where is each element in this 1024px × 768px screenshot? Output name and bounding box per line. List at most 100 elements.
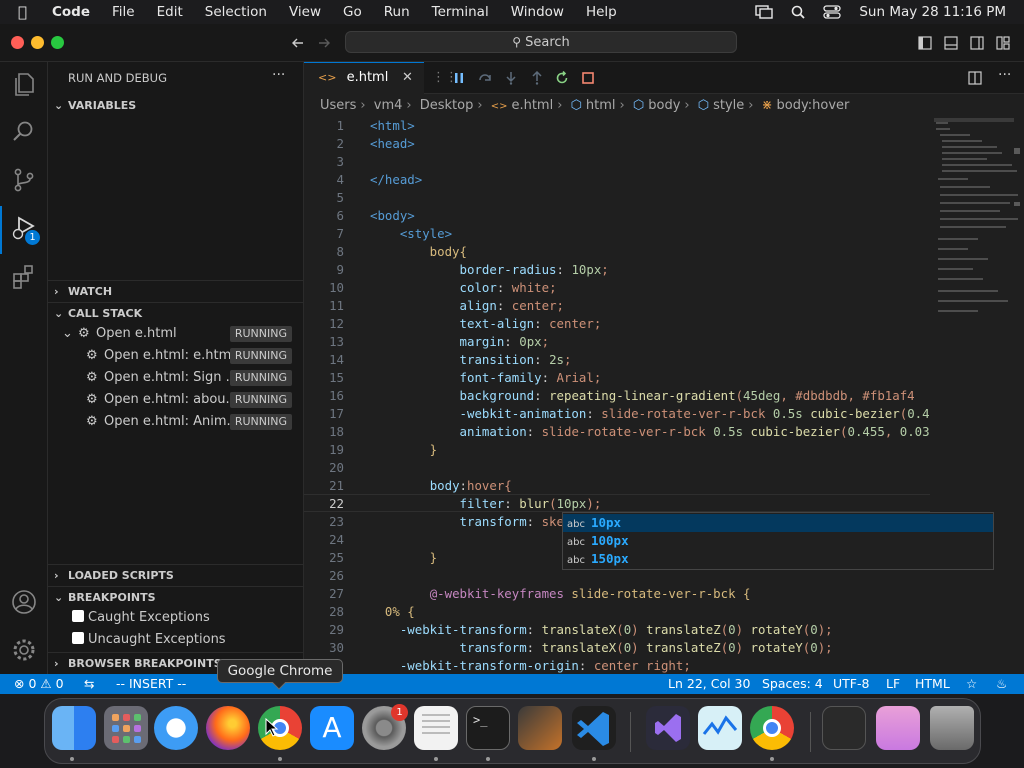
code-line[interactable]: @-webkit-keyframes slide-rotate-ver-r-bc… <box>370 586 751 601</box>
call-stack-thread[interactable]: ⚙ Open e.html: Anim... RUNNING <box>48 411 304 433</box>
code-line[interactable]: -webkit-animation: slide-rotate-ver-r-bc… <box>370 406 930 421</box>
call-stack-session[interactable]: ⌄ ⚙ Open e.html RUNNING <box>48 323 304 345</box>
remote-debug-icon[interactable]: ⇆ <box>84 674 94 694</box>
manage-gear-icon[interactable] <box>10 636 38 664</box>
spotlight-search-icon[interactable] <box>791 5 805 19</box>
language-mode[interactable]: HTML <box>915 674 950 694</box>
source-control-icon[interactable] <box>10 166 38 194</box>
code-line[interactable]: <body> <box>370 208 415 223</box>
encoding[interactable]: UTF-8 <box>833 674 869 694</box>
breadcrumb-item[interactable]: html <box>586 98 616 113</box>
code-line[interactable]: animation: slide-rotate-ver-r-bck 0.5s c… <box>370 424 930 439</box>
explorer-icon[interactable] <box>10 70 38 98</box>
code-line[interactable]: transition: 2s; <box>370 352 572 367</box>
minimized-window-thumbnail[interactable] <box>876 706 920 750</box>
indentation[interactable]: Spaces: 4 <box>762 674 823 694</box>
code-line[interactable]: transform: translateX(0) translateZ(0) r… <box>370 640 833 655</box>
cursor-position[interactable]: Ln 22, Col 30 <box>668 674 750 694</box>
breakpoints-section-header[interactable]: ⌄ BREAKPOINTS <box>48 586 304 608</box>
close-window-button[interactable] <box>11 36 24 49</box>
close-tab-icon[interactable]: ✕ <box>402 63 413 93</box>
app-store-icon[interactable]: A <box>310 706 354 750</box>
suggestion-item[interactable]: abc 10px <box>563 514 993 532</box>
code-line[interactable]: align: center; <box>370 298 564 313</box>
minimized-window-thumbnail[interactable] <box>822 706 866 750</box>
notifications-bell-icon[interactable]: ♨ <box>996 674 1007 694</box>
arrow-right-icon[interactable] <box>317 36 331 50</box>
code-line[interactable]: text-align: center; <box>370 316 602 331</box>
breadcrumb-item[interactable]: Desktop <box>420 98 474 113</box>
line-ending[interactable]: LF <box>886 674 900 694</box>
control-center-icon[interactable] <box>823 5 842 19</box>
code-line[interactable]: <head> <box>370 136 415 151</box>
call-stack-section-header[interactable]: ⌄ CALL STACK <box>48 302 304 324</box>
code-line[interactable]: -webkit-transform: translateX(0) transla… <box>370 622 833 637</box>
firefox-icon[interactable] <box>206 706 250 750</box>
command-center-search[interactable]: ⚲ Search <box>345 31 737 53</box>
visual-studio-icon[interactable] <box>646 706 690 750</box>
menubar-clock[interactable]: Sun May 28 11:16 PM <box>859 4 1006 20</box>
textedit-icon[interactable] <box>414 706 458 750</box>
variables-section-header[interactable]: ⌄ VARIABLES <box>48 95 304 117</box>
breadcrumb-item[interactable]: body <box>648 98 680 113</box>
vscode-icon[interactable] <box>572 706 616 750</box>
uncaught-exceptions-checkbox[interactable]: Uncaught Exceptions <box>72 629 226 651</box>
menu-selection[interactable]: Selection <box>205 4 267 20</box>
code-line[interactable]: filter: blur(10px); <box>370 496 602 511</box>
problems-indicator[interactable]: ⊗ 0 ⚠ 0 <box>14 674 64 694</box>
menu-view[interactable]: View <box>289 4 321 20</box>
arrow-left-icon[interactable] <box>291 36 305 50</box>
pause-icon[interactable] <box>452 71 466 85</box>
breadcrumb-item[interactable]: e.html <box>511 98 553 113</box>
code-line[interactable]: margin: 0px; <box>370 334 550 349</box>
call-stack-thread[interactable]: ⚙ Open e.html: Sign ... RUNNING <box>48 367 304 389</box>
menu-file[interactable]: File <box>112 4 135 20</box>
trash-icon[interactable] <box>930 706 974 750</box>
apple-icon[interactable]:  <box>18 3 38 21</box>
minimap[interactable] <box>930 118 1024 674</box>
step-into-icon[interactable] <box>504 71 518 85</box>
tab-e-html[interactable]: <> e.html ✕ <box>304 62 424 94</box>
code-line[interactable]: </head> <box>370 172 422 187</box>
toggle-secondary-sidebar-icon[interactable] <box>970 36 984 50</box>
breadcrumb-item[interactable]: style <box>713 98 744 113</box>
code-line[interactable]: } <box>370 550 437 565</box>
menu-edit[interactable]: Edit <box>157 4 183 20</box>
extensions-icon[interactable] <box>10 262 38 290</box>
toggle-panel-icon[interactable] <box>944 36 958 50</box>
accounts-icon[interactable] <box>10 588 38 616</box>
garageband-icon[interactable] <box>518 706 562 750</box>
watch-section-header[interactable]: › WATCH <box>48 280 304 302</box>
more-actions-button[interactable]: ··· <box>272 67 285 83</box>
breadcrumb-item[interactable]: Users <box>320 98 356 113</box>
search-icon[interactable] <box>10 118 38 146</box>
more-actions-icon[interactable]: ··· <box>998 67 1011 83</box>
menu-terminal[interactable]: Terminal <box>432 4 489 20</box>
code-line[interactable]: border-radius: 10px; <box>370 262 609 277</box>
restart-icon[interactable] <box>555 71 569 85</box>
code-line[interactable]: <html> <box>370 118 415 133</box>
code-line[interactable]: color: white; <box>370 280 557 295</box>
split-editor-icon[interactable] <box>968 71 982 85</box>
launchpad-icon[interactable] <box>104 706 148 750</box>
breadcrumb-item[interactable]: body:hover <box>777 98 850 113</box>
activity-monitor-icon[interactable] <box>698 706 742 750</box>
code-line[interactable]: -webkit-transform-origin: center right; <box>370 658 691 673</box>
menu-go[interactable]: Go <box>343 4 362 20</box>
call-stack-thread[interactable]: ⚙ Open e.html: abou... RUNNING <box>48 389 304 411</box>
zoom-window-button[interactable] <box>51 36 64 49</box>
breadcrumb-item[interactable]: vm4 <box>374 98 403 113</box>
finder-icon[interactable] <box>52 706 96 750</box>
suggestion-item[interactable]: abc 150px <box>563 550 993 568</box>
code-line[interactable]: body{ <box>370 244 467 259</box>
code-line[interactable]: background: repeating-linear-gradient(45… <box>370 388 915 403</box>
suggestion-item[interactable]: abc 100px <box>563 532 993 550</box>
menu-app-name[interactable]: Code <box>52 4 90 20</box>
terminal-icon[interactable]: >_ <box>466 706 510 750</box>
code-line[interactable]: 0% { <box>370 604 415 619</box>
loaded-scripts-section-header[interactable]: › LOADED SCRIPTS <box>48 564 304 586</box>
feedback-icon[interactable]: ☆ <box>966 674 977 694</box>
code-line[interactable]: transform: skew <box>370 514 572 529</box>
menu-run[interactable]: Run <box>384 4 410 20</box>
toggle-primary-sidebar-icon[interactable] <box>918 36 932 50</box>
